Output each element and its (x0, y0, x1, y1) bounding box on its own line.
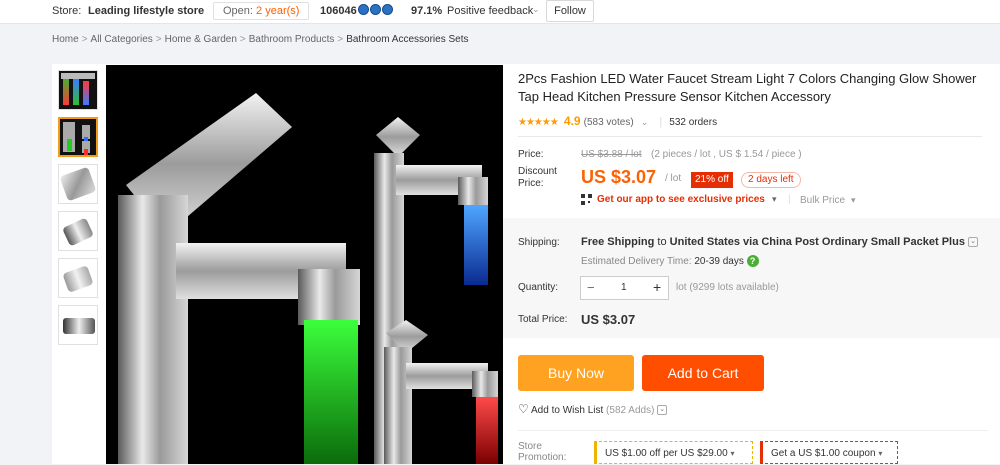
thumbnail-1[interactable] (58, 70, 98, 110)
store-open-duration: Open: 2 year(s) (213, 2, 310, 20)
discount-price-label: Discount Price: (518, 166, 557, 189)
positive-feedback-label[interactable]: Positive feedback (447, 5, 533, 17)
delivery-estimate-label: Estimated Delivery Time: (581, 256, 692, 267)
discount-badge: 21% off (691, 172, 733, 188)
heart-icon: ♡ (518, 402, 529, 416)
buy-now-button[interactable]: Buy Now (518, 355, 634, 391)
qr-code-icon (581, 194, 592, 205)
bulk-price-caret-icon[interactable]: ▾ (851, 195, 856, 206)
wishlist-adds: (582 Adds) (606, 405, 655, 416)
app-promo-caret-icon[interactable]: ▾ (772, 194, 777, 205)
orders-count: 532 orders (669, 117, 718, 128)
feedback-chevron-down-icon[interactable]: ⌄ (532, 4, 540, 15)
total-price-label: Total Price: (518, 314, 568, 325)
thumbnail-6[interactable] (58, 305, 98, 345)
bulk-price-link[interactable]: Bulk Price (800, 195, 845, 206)
store-open-label: Open: (223, 5, 253, 17)
delivery-estimate-value: 20-39 days (694, 256, 744, 267)
promo-coupon[interactable]: Get a US $1.00 coupon ▾ (760, 441, 898, 464)
faucet-illustration (118, 93, 498, 464)
quantity-available: lot (9299 lots available) (676, 282, 779, 293)
breadcrumb-home-garden[interactable]: Home & Garden (165, 34, 237, 45)
rating-stars[interactable]: ★★★★★ (518, 117, 559, 128)
shipping-carrier: via China Post Ordinary Small Packet Plu… (743, 236, 965, 248)
thumbnail-3[interactable] (58, 164, 98, 204)
store-label: Store: (52, 5, 82, 17)
help-question-icon[interactable]: ? (746, 255, 759, 267)
promo-offer-1[interactable]: US $1.00 off per US $29.00 ▾ (594, 441, 753, 464)
shipping-country: United States (669, 236, 740, 248)
medal-icon (358, 4, 369, 15)
wishlist-chevron-down-icon[interactable]: ⌄ (657, 405, 668, 416)
app-promo-link[interactable]: Get our app to see exclusive prices (597, 194, 765, 205)
shipping-to-text: to (657, 236, 667, 248)
breadcrumb: Home > All Categories > Home & Garden > Bathro… (52, 34, 469, 45)
main-product-image[interactable] (106, 65, 503, 464)
store-score: 106046 (320, 5, 357, 17)
promo-coupon-caret-icon: ▾ (878, 449, 883, 458)
rating-votes[interactable]: (583 votes) (584, 117, 634, 128)
price-unit: / lot (665, 173, 682, 184)
product-info: 2Pcs Fashion LED Water Faucet Stream Lig… (518, 70, 988, 106)
store-bar: Store: Leading lifestyle store Open: 2 y… (0, 0, 1000, 24)
quantity-stepper: − 1 + (580, 276, 669, 300)
thumbnail-2[interactable] (58, 117, 98, 157)
wishlist-link[interactable]: Add to Wish List (531, 405, 603, 416)
shipping-label: Shipping: (518, 237, 560, 248)
breadcrumb-home[interactable]: Home (52, 34, 79, 45)
rating-value: 4.9 (563, 114, 581, 128)
shipping-method[interactable]: Free Shipping to United States via China… (581, 236, 978, 248)
medal-icon (382, 4, 393, 15)
breadcrumb-bathroom-products[interactable]: Bathroom Products (249, 34, 335, 45)
discount-price: US $3.07 (581, 167, 657, 187)
quantity-decrease-button[interactable]: − (587, 280, 595, 295)
quantity-increase-button[interactable]: + (653, 279, 661, 295)
medal-icon (370, 4, 381, 15)
add-to-cart-button[interactable]: Add to Cart (642, 355, 764, 391)
total-price-value: US $3.07 (581, 312, 636, 327)
divider (518, 430, 988, 431)
thumbnail-4[interactable] (58, 211, 98, 251)
wishlist-row[interactable]: ♡ Add to Wish List (582 Adds) ⌄ (518, 402, 668, 416)
rating-row: ★★★★★ 4.9 (583 votes) ⌄ | 532 orders (518, 114, 718, 128)
price-label: Price: (518, 149, 544, 160)
store-rank-medals (358, 4, 393, 18)
follow-button[interactable]: Follow (546, 0, 594, 22)
days-left-badge: 2 days left (741, 172, 801, 188)
quantity-input[interactable]: 1 (621, 282, 627, 293)
quantity-label: Quantity: (518, 282, 559, 293)
breadcrumb-current[interactable]: Bathroom Accessories Sets (346, 34, 468, 45)
original-price: US $3.88 / lot (581, 149, 642, 160)
promo-offer-1-text: US $1.00 off per US $29.00 (605, 448, 728, 459)
promo-coupon-text: Get a US $1.00 coupon (771, 448, 876, 459)
divider (518, 136, 982, 137)
rating-chevron-down-icon[interactable]: ⌄ (641, 117, 649, 127)
delivery-estimate: Estimated Delivery Time: 20-39 days ? (581, 255, 759, 267)
positive-feedback-pct: 97.1% (411, 5, 443, 17)
store-name-link[interactable]: Leading lifestyle store (88, 5, 204, 17)
store-open-value: 2 year(s) (256, 5, 300, 17)
free-shipping-text: Free Shipping (581, 236, 655, 248)
shipping-chevron-down-icon[interactable]: ⌄ (968, 237, 978, 248)
product-title: 2Pcs Fashion LED Water Faucet Stream Lig… (518, 71, 977, 104)
breadcrumb-all-categories[interactable]: All Categories (91, 34, 153, 45)
thumbnail-5[interactable] (58, 258, 98, 298)
thumbnail-list (58, 70, 100, 352)
store-promotion-label: Store Promotion: (518, 441, 567, 463)
promo-offer-1-caret-icon: ▾ (730, 449, 735, 458)
original-price-note: (2 pieces / lot , US $ 1.54 / piece ) (651, 149, 802, 160)
